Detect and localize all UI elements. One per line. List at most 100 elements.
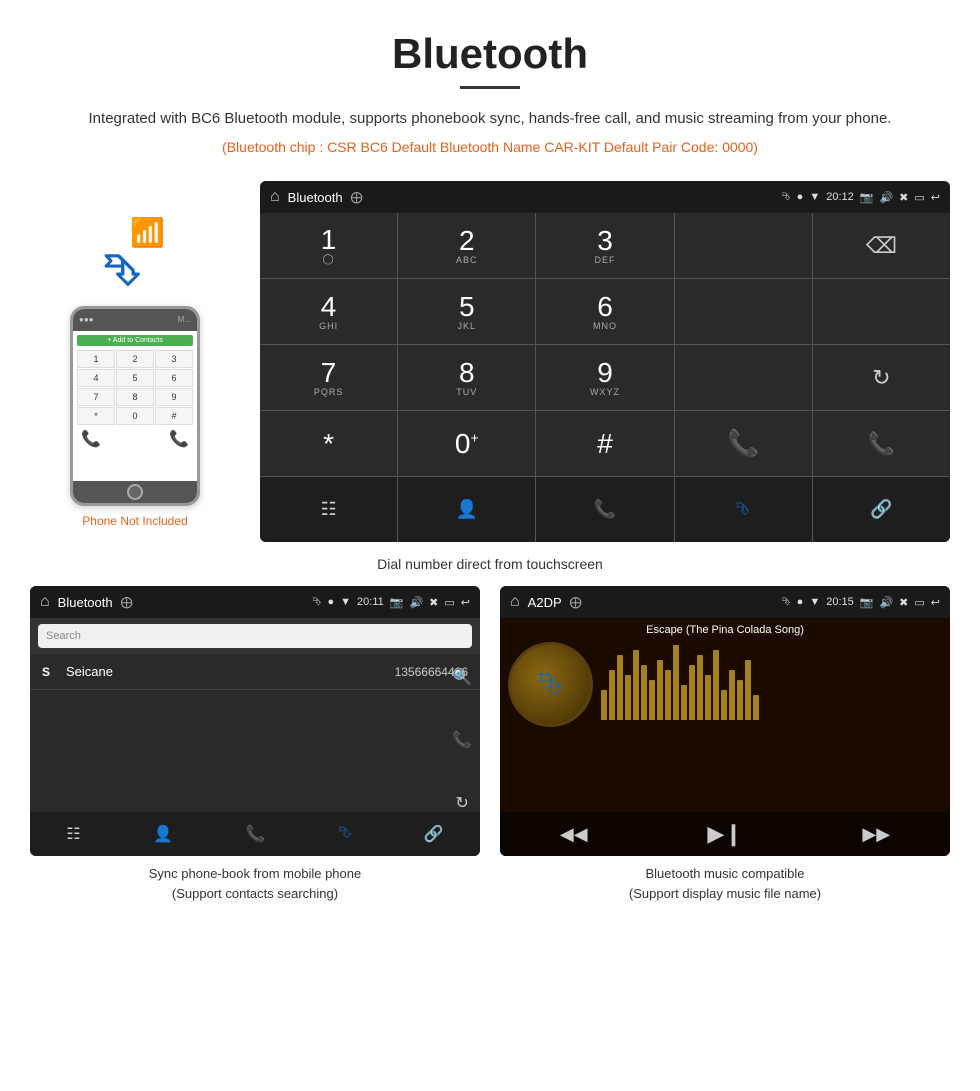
phone-key-7[interactable]: 7 <box>77 388 115 406</box>
music-sig-icon: ▼ <box>809 596 820 608</box>
contacts-nav-grid[interactable]: ☷ <box>66 824 80 844</box>
contacts-usb-icon: ⨁ <box>121 595 133 609</box>
camera-icon: 📷 <box>860 191 874 204</box>
contacts-title: Bluetooth <box>58 595 113 610</box>
contacts-search-bar[interactable]: Search <box>38 624 472 648</box>
dialer-key-star[interactable]: * <box>260 411 397 476</box>
dialer-cell-empty-r3c4 <box>675 345 812 410</box>
contacts-loc-icon: ● <box>327 596 334 608</box>
dialer-key-7[interactable]: 7 PQRS <box>260 345 397 410</box>
dialer-key-hash[interactable]: # <box>536 411 673 476</box>
contact-row[interactable]: S Seicane 13566664466 <box>30 654 480 690</box>
contacts-nav-phone[interactable]: 📞 <box>246 824 266 844</box>
dialer-nav-link[interactable]: 🔗 <box>813 477 950 542</box>
contacts-win-icon: ▭ <box>444 596 454 609</box>
dialer-key-3[interactable]: 3 DEF <box>536 213 673 278</box>
phone-key-2[interactable]: 2 <box>116 350 154 368</box>
phone-key-9[interactable]: 9 <box>155 388 193 406</box>
dialer-time: 20:12 <box>826 191 854 203</box>
dialer-key-end[interactable]: 📞 <box>813 411 950 476</box>
title-divider <box>460 86 520 89</box>
usb-icon: ⨁ <box>351 190 363 204</box>
phone-not-included-label: Phone Not Included <box>82 514 187 528</box>
phone-key-1[interactable]: 1 <box>77 350 115 368</box>
prev-icon[interactable]: ◀◀ <box>560 824 588 845</box>
phone-key-6[interactable]: 6 <box>155 369 193 387</box>
dialer-key-0[interactable]: 0+ <box>398 411 535 476</box>
phone-top-bar: ●●● M... <box>73 309 197 331</box>
dialer-nav-grid[interactable]: ☷ <box>260 477 397 542</box>
phone-key-hash[interactable]: # <box>155 407 193 425</box>
phone-key-3[interactable]: 3 <box>155 350 193 368</box>
contacts-nav-link[interactable]: 🔗 <box>424 824 444 844</box>
dialer-key-4[interactable]: 4 GHI <box>260 279 397 344</box>
phone-icon[interactable]: 📞 <box>452 730 472 750</box>
dialer-nav-phone[interactable]: 📞 <box>536 477 673 542</box>
refresh-icon[interactable]: ↻ <box>455 793 468 813</box>
contacts-search-row: Search <box>30 618 480 654</box>
page-title: Bluetooth <box>60 30 920 78</box>
music-vol-icon: 🔊 <box>879 596 893 609</box>
music-cam-icon: 📷 <box>860 596 874 609</box>
phone-mockup: ●●● M... + Add to Contacts 1 2 3 4 5 6 7… <box>70 306 200 506</box>
search-icon[interactable]: 🔍 <box>452 667 472 687</box>
music-controls: ◀◀ ▶❙ ▶▶ <box>500 812 950 856</box>
window-icon: ▭ <box>914 191 924 204</box>
close-icon: ✖ <box>899 191 908 204</box>
music-body: Escape (The Pina Colada Song) ⮷ <box>500 618 950 856</box>
play-pause-icon[interactable]: ▶❙ <box>707 821 742 847</box>
contacts-back-icon[interactable]: ↩ <box>461 596 470 609</box>
phone-bottom-bar <box>73 481 197 503</box>
location-icon: ● <box>797 191 804 203</box>
dialer-key-6[interactable]: 6 MNO <box>536 279 673 344</box>
music-loc-icon: ● <box>797 596 804 608</box>
contacts-screen-item: ⌂ Bluetooth ⨁ ⮷ ● ▼ 20:11 📷 🔊 ✖ ▭ ↩ <box>30 586 480 903</box>
contacts-search-placeholder: Search <box>46 630 81 642</box>
bottom-screenshots: ⌂ Bluetooth ⨁ ⮷ ● ▼ 20:11 📷 🔊 ✖ ▭ ↩ <box>0 586 980 903</box>
phone-keypad: 1 2 3 4 5 6 7 8 9 * 0 # <box>77 350 193 425</box>
dialer-nav-contacts[interactable]: 👤 <box>398 477 535 542</box>
next-icon[interactable]: ▶▶ <box>862 824 890 845</box>
contact-letter: S <box>42 665 56 679</box>
contacts-nav-bt[interactable]: ⮷ <box>338 825 351 843</box>
album-art: ⮷ <box>508 642 593 727</box>
contacts-close-icon: ✖ <box>429 596 438 609</box>
dialer-key-backspace[interactable]: ⌫ <box>813 213 950 278</box>
dialer-key-refresh[interactable]: ↻ <box>813 345 950 410</box>
music-bt-icon: ⮷ <box>782 596 791 609</box>
contacts-statusbar: ⌂ Bluetooth ⨁ ⮷ ● ▼ 20:11 📷 🔊 ✖ ▭ ↩ <box>30 586 480 618</box>
contacts-home-icon: ⌂ <box>40 593 50 611</box>
dialer-key-1[interactable]: 1 ◯ <box>260 213 397 278</box>
music-usb-icon: ⨁ <box>570 595 582 609</box>
music-title: A2DP <box>528 595 562 610</box>
contacts-cam-icon: 📷 <box>390 596 404 609</box>
bluetooth-icon: ⮷ <box>105 246 140 296</box>
dialer-key-call[interactable]: 📞 <box>675 411 812 476</box>
dialer-key-9[interactable]: 9 WXYZ <box>536 345 673 410</box>
bt-signal-area: 📶 ⮷ <box>85 216 185 296</box>
music-back-icon[interactable]: ↩ <box>931 596 940 609</box>
phone-key-star[interactable]: * <box>77 407 115 425</box>
music-statusbar: ⌂ A2DP ⨁ ⮷ ● ▼ 20:15 📷 🔊 ✖ ▭ ↩ <box>500 586 950 618</box>
contacts-nav-person[interactable]: 👤 <box>153 824 173 844</box>
music-win-icon: ▭ <box>914 596 924 609</box>
phone-key-5[interactable]: 5 <box>116 369 154 387</box>
dialer-key-2[interactable]: 2 ABC <box>398 213 535 278</box>
contacts-right-icons: 🔍 📞 ↻ <box>452 646 472 834</box>
music-note-icon: ⮷ <box>538 666 564 704</box>
dialer-key-5[interactable]: 5 JKL <box>398 279 535 344</box>
phone-key-8[interactable]: 8 <box>116 388 154 406</box>
music-time: 20:15 <box>826 596 854 608</box>
dialer-key-8[interactable]: 8 TUV <box>398 345 535 410</box>
contacts-sig-icon: ▼ <box>340 596 351 608</box>
dialer-nav-bt[interactable]: ⮷ <box>675 477 812 542</box>
dialer-screen: ⌂ Bluetooth ⨁ ⮷ ● ▼ 20:12 📷 🔊 ✖ ▭ ↩ 1 ◯ <box>260 181 950 542</box>
contacts-bt-icon: ⮷ <box>313 596 322 609</box>
phone-screen: + Add to Contacts 1 2 3 4 5 6 7 8 9 * 0 … <box>73 331 197 481</box>
contacts-mini-screen: ⌂ Bluetooth ⨁ ⮷ ● ▼ 20:11 📷 🔊 ✖ ▭ ↩ <box>30 586 480 856</box>
phone-key-4[interactable]: 4 <box>77 369 115 387</box>
dial-caption: Dial number direct from touchscreen <box>0 556 980 572</box>
music-mini-screen: ⌂ A2DP ⨁ ⮷ ● ▼ 20:15 📷 🔊 ✖ ▭ ↩ E <box>500 586 950 856</box>
phone-key-0[interactable]: 0 <box>116 407 154 425</box>
back-icon[interactable]: ↩ <box>931 191 940 204</box>
